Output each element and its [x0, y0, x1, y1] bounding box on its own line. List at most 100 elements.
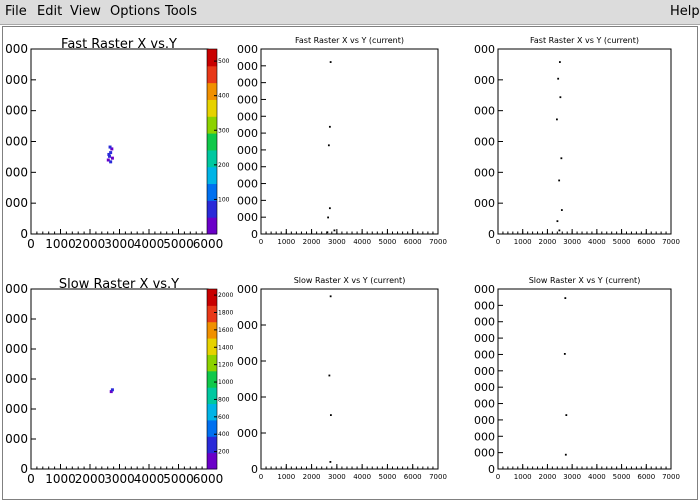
x-tick-label: 1000 [514, 473, 532, 481]
x-tick-label: 3000 [104, 472, 135, 486]
scatter-point [329, 461, 332, 463]
x-tick-label: 3000 [328, 473, 346, 481]
plots-svg[interactable]: Fast Raster X vs.Y0 100020003000400050006… [3, 27, 697, 499]
x-tick-label: 4000 [134, 237, 165, 251]
x-tick-label: 4000 [134, 472, 165, 486]
colorbar-cell [207, 141, 217, 151]
scatter-point [328, 374, 331, 377]
chart-title: Fast Raster X vs.Y [61, 37, 177, 52]
y-tick-label: 000 [5, 342, 28, 356]
x-tick-label: 4000 [353, 473, 371, 481]
x-tick-label: 7000 [429, 473, 447, 481]
y-tick-label: 000 [5, 372, 28, 386]
scatter-point [333, 229, 336, 232]
scatter-point [558, 179, 561, 182]
x-tick-label: 3000 [563, 238, 581, 246]
plot-frame [497, 48, 672, 235]
y-tick-label: 000 [474, 316, 495, 329]
scatter-point [565, 414, 568, 416]
heatmap-cell [107, 152, 111, 156]
y-tick-label: 000 [474, 398, 495, 411]
y-tick-label: 000 [5, 42, 28, 56]
menu-options[interactable]: Options [110, 4, 160, 19]
x-tick-label: 0 [27, 472, 35, 486]
menu-tools[interactable]: Tools [165, 4, 197, 19]
x-tick-label: 6000 [637, 473, 655, 481]
scatter-point [329, 414, 332, 416]
colorbar-cell [207, 57, 217, 67]
y-tick-label: 0 [20, 227, 28, 241]
scatter-point [560, 157, 563, 160]
x-tick-label: 1000 [277, 238, 295, 246]
colorbar-cell [207, 354, 217, 364]
menu-help[interactable]: Help [670, 4, 700, 19]
x-tick-label: 7000 [429, 238, 447, 246]
colorbar-tick-label: 400 [218, 431, 230, 438]
colorbar-tick-label: 800 [218, 396, 230, 403]
scatter-point [556, 220, 559, 223]
y-tick-label: 000 [474, 283, 495, 296]
x-tick-label: 2000 [75, 237, 106, 251]
colorbar-cell [207, 158, 217, 168]
x-tick-label: 6000 [404, 473, 422, 481]
x-tick-label: 5000 [613, 473, 631, 481]
scatter-point [328, 125, 331, 128]
chart-title: Slow Raster X vs.Y [59, 277, 179, 292]
y-tick-label: 000 [237, 355, 258, 368]
chart-title: Fast Raster X vs Y (current) [530, 36, 639, 45]
colorbar-cell [207, 411, 217, 421]
y-tick-label: 000 [474, 136, 495, 149]
menu-file[interactable]: File [5, 4, 27, 19]
y-tick-label: 000 [5, 196, 28, 210]
scatter-point [328, 207, 331, 210]
y-tick-label: 000 [237, 127, 258, 140]
x-tick-label: 4000 [588, 238, 606, 246]
y-tick-label: 000 [237, 283, 258, 296]
colorbar-cell [207, 107, 217, 117]
colorbar-cell [207, 133, 217, 142]
y-tick-label: 000 [237, 319, 258, 332]
colorbar-tick-label: 200 [218, 162, 230, 169]
x-tick-label: 1000 [277, 473, 295, 481]
x-tick-label: 3000 [328, 238, 346, 246]
x-tick-label: 4000 [588, 473, 606, 481]
y-tick-label: 000 [237, 194, 258, 207]
x-tick-label: 3000 [104, 237, 135, 251]
x-tick-label: 5000 [163, 472, 194, 486]
y-tick-label: 000 [5, 432, 28, 446]
y-tick-label: 000 [237, 211, 258, 224]
colorbar-tick-label: 600 [218, 414, 230, 421]
menu-edit[interactable]: Edit [37, 4, 62, 19]
y-tick-label: 000 [474, 299, 495, 312]
y-tick-label: 000 [237, 60, 258, 73]
x-tick-label: 5000 [379, 473, 397, 481]
y-tick-label: 000 [474, 166, 495, 179]
colorbar-cell [207, 166, 217, 176]
scatter-point [563, 353, 566, 355]
colorbar-tick-label: 300 [218, 127, 230, 134]
chart-title: Fast Raster X vs Y (current) [295, 36, 404, 45]
x-tick-label: 0 [259, 473, 263, 481]
x-tick-label: 6000 [404, 238, 422, 246]
colorbar-cell [207, 289, 217, 298]
scatter-point [564, 297, 567, 299]
y-tick-label: 000 [474, 381, 495, 394]
x-tick-label: 0 [496, 238, 500, 246]
y-tick-label: 000 [474, 43, 495, 56]
plot-canvas[interactable]: Fast Raster X vs.Y 0 1000 2000 3000 4000 5000 6… [2, 26, 698, 500]
chart-title: Slow Raster X vs Y (current) [529, 276, 641, 285]
y-tick-label: 000 [5, 402, 28, 416]
x-tick-label: 5000 [379, 238, 397, 246]
y-tick-label: 000 [237, 161, 258, 174]
scatter-point [326, 231, 329, 234]
y-tick-label: 000 [5, 165, 28, 179]
colorbar-tick-label: 1000 [218, 379, 233, 386]
colorbar-cell [207, 419, 217, 429]
colorbar-tick-label: 2000 [218, 292, 233, 299]
colorbar-cell [207, 403, 217, 413]
scatter-point [557, 77, 560, 80]
y-tick-label: 000 [474, 365, 495, 378]
menu-view[interactable]: View [70, 4, 101, 19]
x-tick-label: 2000 [303, 473, 321, 481]
colorbar-cell [207, 362, 217, 372]
